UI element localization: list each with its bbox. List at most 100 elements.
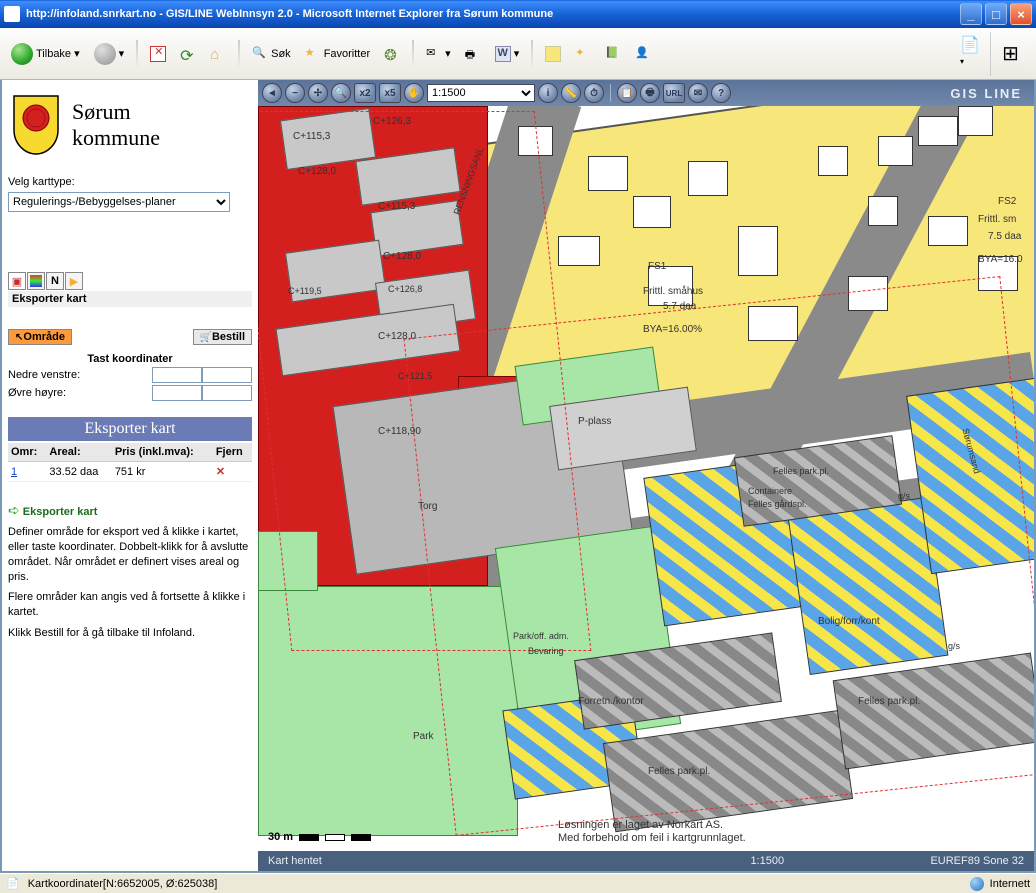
tool-row: ▣ N ▶	[8, 272, 252, 290]
karttype-label: Velg karttype:	[8, 176, 252, 188]
close-button[interactable]: ×	[1010, 3, 1032, 25]
coord-ur-e[interactable]	[202, 385, 252, 401]
gis-brand: GIS LINE	[950, 86, 1030, 101]
map-mail-icon[interactable]: ✉	[688, 83, 708, 103]
maximize-button[interactable]: □	[985, 3, 1007, 25]
kommune-name-2: kommune	[72, 125, 160, 151]
help-p3: Klikk Bestill for å gå tilbake til Infol…	[8, 626, 252, 641]
forward-icon	[94, 43, 116, 65]
map-area: ◄ − ✢ 🔍 x2 x5 ✋ 1:1500 i 📏 ⏱ 📋 🖶 URL ✉ ?…	[258, 80, 1034, 871]
search-button[interactable]: 🔍Søk	[247, 43, 296, 65]
tab-bestill[interactable]: 🛒Bestill	[193, 329, 252, 345]
export-panel-header: Eksporter kart	[8, 291, 252, 307]
pdf-icon[interactable]: 📄▾	[960, 35, 982, 55]
coord-ll-n[interactable]	[152, 367, 202, 383]
coord-ur-label: Øvre høyre:	[8, 387, 66, 399]
mail-button[interactable]: ✉▾	[421, 43, 456, 65]
kommune-name-1: Sørum	[72, 99, 160, 125]
status-coords: Kartkoordinater[N:6652005, Ø:625038]	[28, 878, 218, 890]
map-zoomout-icon[interactable]: −	[285, 83, 305, 103]
stop-icon: ✕	[150, 46, 166, 62]
tool-layers-icon[interactable]	[27, 272, 45, 290]
back-button[interactable]: Tilbake ▾	[6, 40, 85, 68]
row-id-link[interactable]: 1	[11, 466, 17, 478]
map-statusbar: Kart hentet 1:1500 EUREF89 Sone 32	[258, 851, 1034, 871]
edit-button[interactable]: W▾	[490, 43, 525, 65]
th-areal: Areal:	[46, 443, 111, 462]
map-zoomin-icon[interactable]: ✢	[308, 83, 328, 103]
minimize-button[interactable]: _	[960, 3, 982, 25]
map-scale-select[interactable]: 1:1500	[427, 84, 535, 102]
help-title: Eksporter kart	[23, 506, 98, 518]
internet-zone-label: Internett	[990, 878, 1030, 890]
search-icon: 🔍	[252, 46, 268, 62]
word-icon: W	[495, 46, 511, 62]
row-remove-icon[interactable]: ✕	[216, 466, 225, 478]
map-status-scale: 1:1500	[750, 855, 930, 867]
tab-omrade[interactable]: ↖Område	[8, 329, 72, 345]
tool-text-icon[interactable]: N	[46, 272, 64, 290]
refresh-button[interactable]: ⟳	[175, 43, 201, 65]
page-icon: 📄	[6, 877, 20, 890]
th-fjern: Fjern	[213, 443, 252, 462]
tool-export-icon[interactable]: ▣	[8, 272, 26, 290]
map-canvas[interactable]: C+115,3 C+126,3 C+128,0 C+115,3 C+128,0 …	[258, 106, 1034, 851]
map-print-icon[interactable]: 🖶	[640, 83, 660, 103]
map-status-left: Kart hentet	[268, 855, 750, 867]
internet-zone-icon	[970, 877, 984, 891]
print-button[interactable]: 🖶	[460, 43, 486, 65]
map-x5-button[interactable]: x5	[379, 83, 401, 103]
map-help-icon[interactable]: ?	[711, 83, 731, 103]
help-p2: Flere områder kan angis ved å fortsette …	[8, 590, 252, 620]
history-button[interactable]: ❂	[379, 43, 405, 65]
app-icon	[4, 6, 20, 22]
back-icon	[11, 43, 33, 65]
map-url-button[interactable]: URL	[663, 83, 685, 103]
book-icon: 📗	[605, 46, 621, 62]
history-icon: ❂	[384, 46, 400, 62]
map-x2-button[interactable]: x2	[354, 83, 376, 103]
coord-ur-n[interactable]	[152, 385, 202, 401]
map-time-icon[interactable]: ⏱	[584, 83, 604, 103]
coord-header: Tast koordinater	[8, 353, 252, 365]
sidebar: Sørum kommune Velg karttype: Regulerings…	[2, 80, 258, 871]
karttype-select[interactable]: Regulerings-/Bebyggelses-planer	[8, 192, 230, 212]
tool-play-icon[interactable]: ▶	[65, 272, 83, 290]
stop-button[interactable]: ✕	[145, 43, 171, 65]
map-measure-icon[interactable]: 📏	[561, 83, 581, 103]
kommune-shield-icon	[12, 94, 60, 156]
window-title: http://infoland.snrkart.no - GIS/LINE We…	[26, 8, 960, 20]
map-pan-icon[interactable]: ✋	[404, 83, 424, 103]
map-info-icon[interactable]: i	[538, 83, 558, 103]
mail-icon: ✉	[426, 46, 442, 62]
map-copy-icon[interactable]: 📋	[617, 83, 637, 103]
research-button[interactable]: 📗	[600, 43, 626, 65]
map-back-icon[interactable]: ◄	[262, 83, 282, 103]
browser-toolbar: Tilbake ▾ ▾ ✕ ⟳ ⌂ 🔍Søk ★Favoritter ❂ ✉▾ …	[0, 28, 1036, 80]
help-p1: Definer område for eksport ved å klikke …	[8, 525, 252, 584]
row-areal: 33.52 daa	[46, 462, 111, 482]
forward-button[interactable]: ▾	[89, 40, 130, 68]
home-icon: ⌂	[210, 46, 226, 62]
export-table: Omr: Areal: Pris (inkl.mva): Fjern 1 33.…	[8, 443, 252, 482]
messenger-button[interactable]: 👤	[630, 43, 656, 65]
th-pris: Pris (inkl.mva):	[112, 443, 213, 462]
map-status-proj: EUREF89 Sone 32	[930, 855, 1024, 867]
scale-bar: 30 m	[268, 831, 371, 843]
coord-ll-e[interactable]	[202, 367, 252, 383]
bookmark-icon: ✦	[575, 46, 591, 62]
window-titlebar: http://infoland.snrkart.no - GIS/LINE We…	[0, 0, 1036, 28]
messenger-icon: 👤	[635, 46, 651, 62]
help-arrow-icon: ➪	[8, 502, 20, 518]
note-icon	[545, 46, 561, 62]
row-pris: 751 kr	[112, 462, 213, 482]
map-credit: Løsningen er laget av Norkart AS.Med for…	[558, 819, 746, 845]
windows-flag: ⊞	[990, 32, 1030, 76]
favstar-button[interactable]: ✦	[570, 43, 596, 65]
map-toolbar: ◄ − ✢ 🔍 x2 x5 ✋ 1:1500 i 📏 ⏱ 📋 🖶 URL ✉ ?…	[258, 80, 1034, 106]
home-button[interactable]: ⌂	[205, 43, 231, 65]
map-magnify-icon[interactable]: 🔍	[331, 83, 351, 103]
notes-button[interactable]	[540, 43, 566, 65]
browser-statusbar: 📄 Kartkoordinater[N:6652005, Ø:625038] I…	[0, 873, 1036, 893]
favorites-button[interactable]: ★Favoritter	[300, 43, 375, 65]
